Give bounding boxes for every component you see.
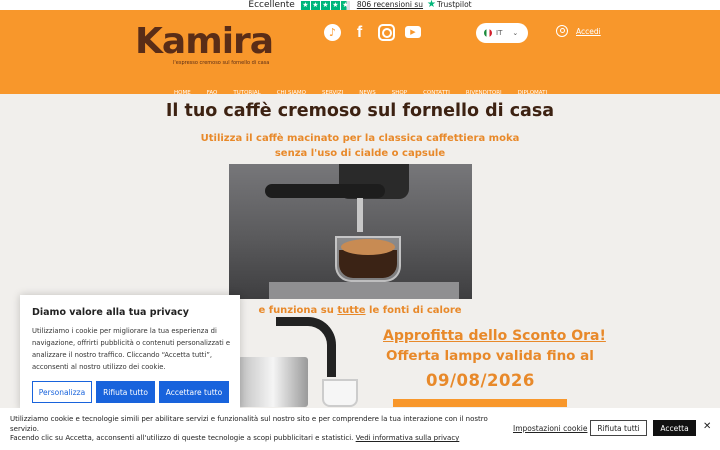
star-icon: ★	[300, 0, 310, 10]
star-icon: ★	[320, 0, 330, 10]
accept-all-button[interactable]: Accettare tutto	[159, 381, 229, 403]
tiktok-icon[interactable]: ♪	[324, 24, 341, 41]
close-icon[interactable]: ✕	[703, 421, 711, 432]
login-label: Accedi	[576, 26, 601, 36]
main-nav: HOME FAQ TUTORIAL CHI SIAMO SERVIZI NEWS…	[174, 90, 547, 96]
nav-shop[interactable]: SHOP	[392, 90, 407, 96]
login-link[interactable]: Accedi	[556, 25, 601, 37]
all-underlined: tutte	[337, 305, 366, 316]
trustpilot-reviews-link[interactable]: 806 recensioni su	[357, 0, 423, 10]
nav-contatti[interactable]: CONTATTI	[423, 90, 450, 96]
star-icon: ★	[310, 0, 320, 10]
trustpilot-stars: ★ ★ ★ ★ ★	[300, 0, 350, 10]
nav-rivenditori[interactable]: RIVENDITORI	[466, 90, 502, 96]
user-icon	[556, 25, 568, 37]
cookie-settings-link[interactable]: Impostazioni cookie	[513, 424, 587, 433]
cookie-consent-modal: Diamo valore alla tua privacy Utilizziam…	[20, 295, 240, 410]
promo-date: 09/08/2026	[426, 371, 535, 390]
privacy-policy-link[interactable]: Vedi informativa sulla privacy	[356, 434, 460, 442]
nav-chi-siamo[interactable]: CHI SIAMO	[277, 90, 306, 96]
hero-image	[229, 164, 472, 299]
brand-tagline: l'espresso cremoso sul fornello di casa	[173, 60, 270, 66]
nav-news[interactable]: NEWS	[359, 90, 376, 96]
cookie-banner: Utilizziamo cookie e tecnologie simili p…	[0, 408, 720, 450]
social-links: ♪ f ▶	[324, 24, 421, 41]
nav-tutorial[interactable]: TUTORIAL	[233, 90, 260, 96]
site-header: Kamira l'espresso cremoso sul fornello d…	[0, 10, 720, 96]
nav-diplomati[interactable]: DIPLOMATI	[518, 90, 547, 96]
hero-subtitle-2: senza l'uso di cialde o capsule	[274, 148, 446, 159]
trustpilot-bar[interactable]: Eccellente ★ ★ ★ ★ ★ 806 recensioni su ★…	[0, 0, 720, 10]
reject-all-banner-button[interactable]: Rifiuta tutti	[590, 420, 647, 436]
cookie-modal-actions: Personalizza Rifiuta tutto Accettare tut…	[32, 381, 229, 403]
promo-link[interactable]: Approfitta dello Sconto Ora!	[383, 328, 606, 344]
trustpilot-logo: ★ Trustpilot	[427, 0, 472, 10]
star-icon: ★	[330, 0, 340, 10]
cookie-modal-body: Utilizziamo i cookie per migliorare la t…	[32, 327, 231, 371]
nav-servizi[interactable]: SERVIZI	[322, 90, 343, 96]
product-image	[238, 317, 363, 407]
cookie-modal-title: Diamo valore alla tua privacy	[32, 307, 189, 318]
promo-deadline-label: Offerta lampo valida fino al	[386, 348, 594, 364]
brand-name: Kamira	[135, 21, 274, 62]
page-title: Il tuo caffè cremoso sul fornello di cas…	[165, 101, 555, 121]
instagram-icon[interactable]	[378, 24, 395, 41]
promo-button[interactable]	[393, 399, 567, 407]
youtube-icon[interactable]: ▶	[405, 26, 421, 38]
nav-home[interactable]: HOME	[174, 90, 191, 96]
trustpilot-star-icon: ★	[427, 0, 436, 10]
hero-subtitle-1: Utilizza il caffè macinato per la classi…	[200, 133, 520, 144]
accept-banner-button[interactable]: Accetta	[653, 420, 696, 436]
customize-button[interactable]: Personalizza	[32, 381, 92, 403]
chevron-down-icon: ⌄	[512, 29, 519, 37]
italy-flag-icon	[484, 29, 492, 37]
trustpilot-rating-label: Eccellente	[248, 0, 295, 10]
half-star-icon: ★	[340, 0, 350, 10]
facebook-icon[interactable]: f	[351, 24, 368, 41]
cookie-banner-text: Utilizziamo cookie e tecnologie simili p…	[10, 415, 488, 442]
language-label: IT	[496, 29, 503, 37]
nav-faq[interactable]: FAQ	[207, 90, 218, 96]
brand-logo[interactable]: Kamira l'espresso cremoso sul fornello d…	[135, 21, 274, 67]
language-selector[interactable]: IT ⌄	[476, 23, 528, 43]
reject-all-button[interactable]: Rifiuta tutto	[96, 381, 155, 403]
